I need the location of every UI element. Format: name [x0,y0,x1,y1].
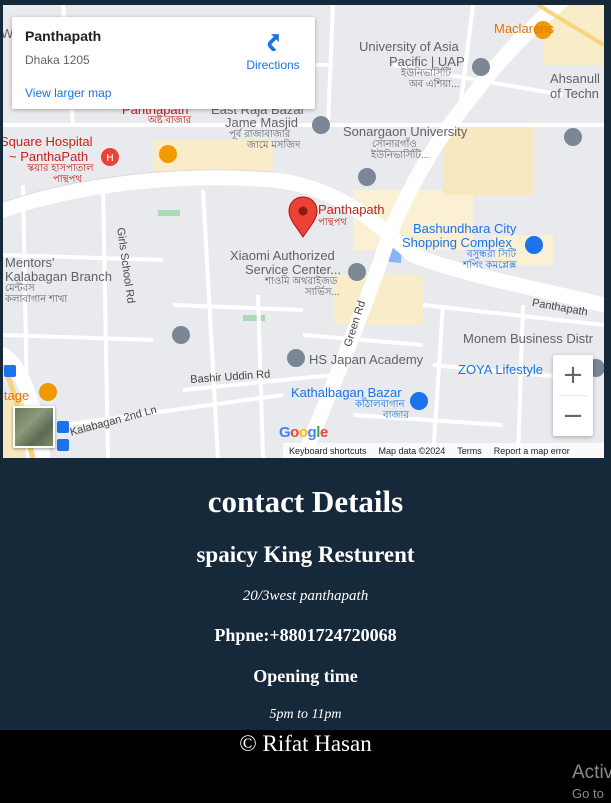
map-attribution-bar: Keyboard shortcuts Map data ©2024 Terms … [283,443,604,458]
map-label-sonargaon-bn: সোনারগাঁও [372,139,417,150]
map-label-ahsanullah: Ahsanull [550,71,600,86]
zoom-out-button[interactable]: − [553,396,593,436]
map-label-uap-bn2: অব এশিয়া... [409,79,460,90]
map-label-panthapath-top-bn: অষ্ট বাজার [148,115,192,126]
opening-time-label: Opening time [253,666,358,686]
view-larger-map-link[interactable]: View larger map [25,86,111,100]
map-label-shopping-complex: Shopping Complex [402,235,512,250]
map-label-mentors-bn2: কলাবাগান শাখা [5,294,68,305]
map-label-xiaomi-bn2: সার্ভিস... [305,287,340,298]
map-label-pacific-uap: Pacific | UAP [389,54,465,69]
activate-windows-subtext: Go to [572,786,604,801]
opening-hours: 5pm to 11pm [269,707,342,722]
map-label-xiaomi-bn: শাওমি অথরাইজড [265,276,338,287]
svg-text:H: H [106,153,114,164]
restaurant-address: 20/3west panthapath [242,588,369,604]
map-label-sonargaon: Sonargaon University [343,124,468,139]
map-label-jame-bn2: জামে মসজিদ [247,140,301,151]
map-label-kathalbagan-bn2: বাজার [383,410,409,421]
map-data-text: Map data ©2024 [378,445,446,456]
place-title: Panthapath [25,28,102,44]
restaurant-name: spaicy King Resturent [196,542,415,567]
google-logo: Google [279,424,328,441]
zoom-in-button[interactable]: + [553,355,593,395]
map-label-uap-bn: ইউনিভার্সিটি [401,68,451,79]
map-label-service-center: Service Center... [245,262,342,277]
map-label-panthapath-h: ~ PanthaPath [9,149,89,164]
map-label-bashundhara-bn2: শপিং কমপ্লেক্স [463,260,517,271]
directions-icon [267,34,279,53]
map-label-bashundhara-city: Bashundhara City [413,221,517,236]
activate-windows-watermark: Activ [572,762,611,783]
contact-section: contact Details spaicy King Resturent 20… [0,458,611,730]
page-footer: © Rifat Hasan Activ Go to [0,730,611,803]
map-label-mentors-bn: মেন্টরস [5,283,35,294]
place-info-card: Panthapath Dhaka 1205 View larger map Di… [12,17,315,109]
map-label-kalabagan-branch: Kalabagan Branch [5,269,112,284]
map-label-bashundhara-bn: বসুন্ধরা সিটি [467,249,517,260]
map-label-mentors: Mentors' [5,255,55,270]
embedded-map[interactable]: H Panthapath পান্থপথ Maclarens Universit… [3,5,604,458]
restaurant-phone: Phpne:+8801724720068 [214,625,397,645]
map-label-panthapath-bn: পান্থপথ [318,217,347,228]
map-label-maclarens: Maclarens [494,21,554,36]
place-address: Dhaka 1205 [25,53,90,67]
contact-heading: contact Details [207,484,404,519]
terms-link[interactable]: Terms [451,446,488,456]
map-label-itage: itage [3,388,30,403]
map-label-panthapath: Panthapath [318,202,385,217]
map-label-kathalbagan: Kathalbagan Bazar [291,385,402,400]
directions-button[interactable]: Directions [238,29,308,72]
map-label-monem: Monem Business Distr [463,331,594,346]
satellite-layer-toggle[interactable] [13,406,55,448]
map-label-zoya: ZOYA Lifestyle [458,362,544,377]
map-label-jame-bn: পূর্ব রাজাবাজার [229,129,291,140]
map-label-hospital-bn2: পান্থপথ [53,174,82,185]
map-label-jame-masjid: Jame Masjid [225,115,298,130]
copyright-text: © Rifat Hasan [239,731,372,756]
keyboard-shortcuts-link[interactable]: Keyboard shortcuts [283,446,373,456]
map-label-hospital-bn: স্কয়ার হাসপাতাল [27,163,94,174]
report-map-error-link[interactable]: Report a map error [488,446,576,456]
zoom-control: + − [553,355,593,436]
map-label-sonargaon-bn2: ইউনিভার্সিটি... [371,150,430,161]
directions-label: Directions [246,58,300,72]
map-label-hs-japan: HS Japan Academy [309,352,424,367]
map-label-xiaomi: Xiaomi Authorized [230,248,335,263]
map-label-of-tech: of Techn [550,86,599,101]
map-label-square-hospital: Square Hospital [3,134,93,149]
map-label-kathalbagan-bn: কাঁঠালবাগান [355,399,405,410]
map-label-university-asia: University of Asia [359,39,459,54]
